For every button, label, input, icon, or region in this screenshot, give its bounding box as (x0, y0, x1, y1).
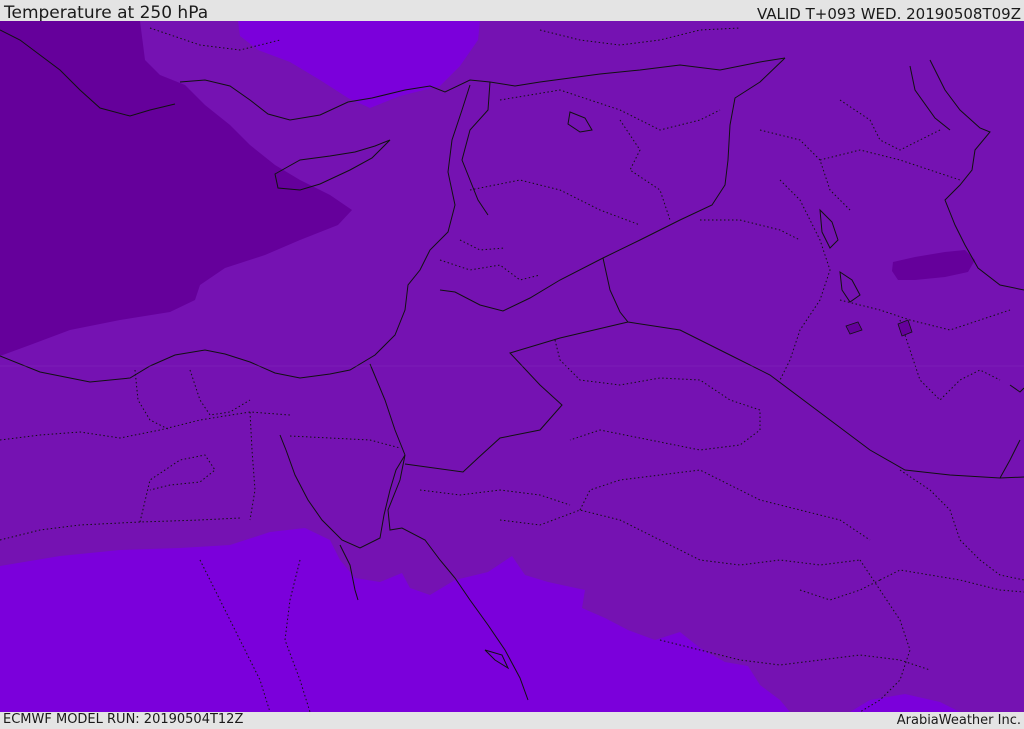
credit-label: ArabiaWeather Inc. (896, 713, 1021, 728)
map-header: Temperature at 250 hPa VALID T+093 WED. … (0, 0, 1024, 23)
map-title: Temperature at 250 hPa (4, 3, 209, 23)
map-footer: ECMWF MODEL RUN: 20190504T12Z ArabiaWeat… (0, 712, 1024, 729)
model-run-label: ECMWF MODEL RUN: 20190504T12Z (3, 712, 244, 727)
temperature-map (0, 21, 1024, 712)
